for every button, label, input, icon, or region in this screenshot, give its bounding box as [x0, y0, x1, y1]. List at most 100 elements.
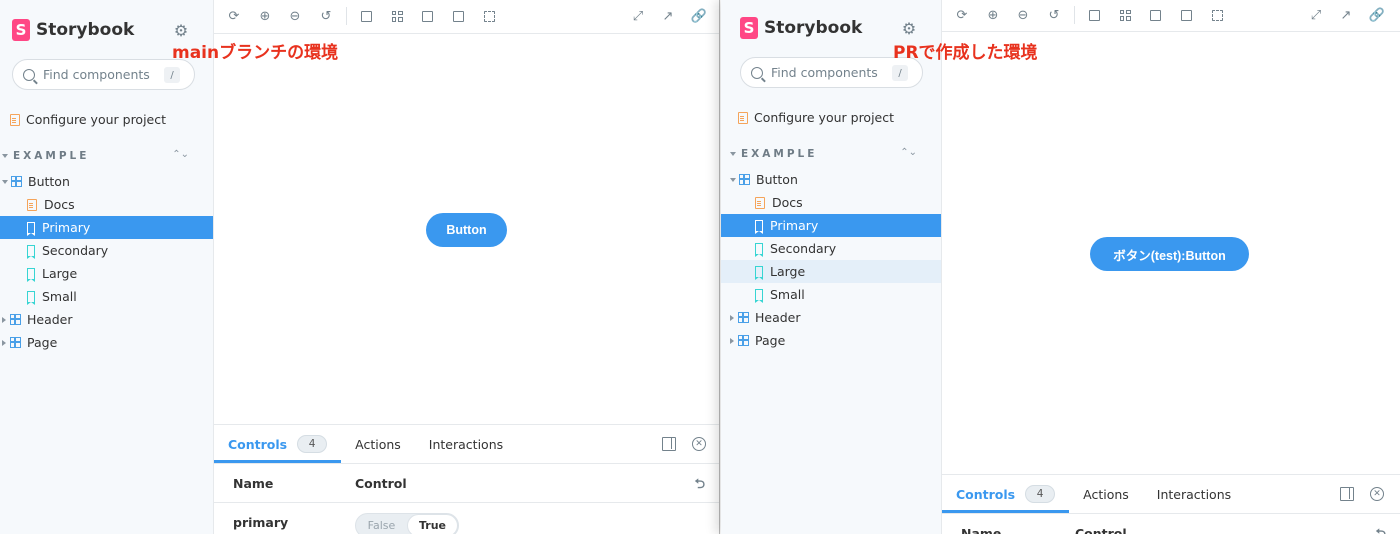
reload-icon[interactable]: ⟳	[227, 9, 241, 24]
measure-icon[interactable]	[1179, 8, 1193, 22]
tab-controls[interactable]: Controls 4	[941, 475, 1070, 513]
column-control: Control	[355, 476, 407, 491]
section-example[interactable]: EXAMPLE ⌃⌄	[0, 149, 200, 162]
measure-icon[interactable]	[451, 9, 465, 23]
tree-item-label: Primary	[42, 220, 91, 235]
controls-table-header: Name Control ⮌	[942, 514, 1400, 534]
tree-item-label: Header	[755, 310, 801, 325]
addons-panel: Controls 4 Actions Interactions ✕ Name C…	[213, 424, 719, 534]
search-input[interactable]: Find components /	[12, 59, 195, 90]
open-new-tab-icon[interactable]: ↗	[661, 9, 675, 24]
tree-item-page[interactable]: Page	[0, 331, 213, 354]
tree-item-secondary[interactable]: Secondary	[0, 239, 213, 262]
reset-icon[interactable]: ⮌	[695, 475, 705, 497]
storybook-brand[interactable]: S Storybook	[12, 19, 134, 41]
tree-item-label: Button	[28, 174, 70, 189]
grid-icon[interactable]	[1118, 8, 1132, 22]
panel-layout-icon[interactable]	[1340, 487, 1354, 501]
copy-link-icon[interactable]: 🔗	[1369, 8, 1385, 23]
outline-icon[interactable]	[482, 9, 496, 23]
tree-item-large[interactable]: Large	[721, 260, 941, 283]
fullscreen-icon[interactable]: ⤢	[1309, 8, 1323, 23]
addons-tabs: Controls 4 Actions Interactions ✕	[941, 475, 1400, 514]
tab-actions[interactable]: Actions	[1083, 475, 1129, 513]
caret-down-icon	[730, 152, 736, 156]
tree-item-primary[interactable]: Primary	[721, 214, 941, 237]
zoom-out-icon[interactable]: ⊖	[288, 9, 302, 24]
component-icon	[738, 312, 749, 323]
annotation-label: PRで作成した環境	[893, 43, 1038, 63]
tree-item-small[interactable]: Small	[721, 283, 941, 306]
column-name: Name	[233, 476, 274, 491]
viewport-icon[interactable]	[420, 9, 434, 23]
addons-panel: Controls 4 Actions Interactions ✕ Name C…	[941, 474, 1400, 534]
expand-collapse-icon[interactable]: ⌃⌄	[172, 149, 189, 160]
toggle-true-option[interactable]: True	[406, 514, 458, 534]
caret-down-icon	[2, 154, 8, 158]
outline-icon[interactable]	[1210, 8, 1224, 22]
storybook-window-pr: S Storybook ⚙ Find components / Configur…	[721, 0, 1400, 534]
tab-interactions[interactable]: Interactions	[429, 425, 503, 463]
tree-item-small[interactable]: Small	[0, 285, 213, 308]
tree-item-page[interactable]: Page	[721, 329, 941, 352]
fullscreen-icon[interactable]: ⤢	[631, 9, 645, 24]
tree-item-button[interactable]: Button	[0, 170, 213, 193]
configure-label: Configure your project	[26, 112, 167, 127]
tab-label: Controls	[956, 486, 1016, 502]
tree-item-primary[interactable]: Primary	[0, 216, 213, 239]
storybook-window-main: S Storybook ⚙ Find components / Configur…	[0, 0, 720, 534]
tree-item-button[interactable]: Button	[721, 168, 941, 191]
tree-item-secondary[interactable]: Secondary	[721, 237, 941, 260]
zoom-in-icon[interactable]: ⊕	[258, 9, 272, 24]
component-tree: Button Docs Primary Secondary Large Smal…	[721, 168, 941, 352]
tree-item-docs[interactable]: Docs	[0, 193, 213, 216]
preview-button[interactable]: ボタン(test):Button	[1090, 237, 1249, 271]
section-label: EXAMPLE	[741, 148, 818, 160]
caret-down-icon	[2, 179, 8, 184]
search-icon	[23, 68, 35, 81]
toolbar-divider	[1074, 6, 1075, 24]
tab-actions[interactable]: Actions	[355, 425, 401, 463]
boolean-toggle[interactable]: False True	[355, 513, 459, 534]
background-icon[interactable]	[359, 9, 373, 23]
zoom-reset-icon[interactable]: ↺	[319, 9, 333, 24]
gear-icon[interactable]: ⚙	[900, 19, 918, 38]
toggle-false-option[interactable]: False	[356, 519, 407, 532]
close-icon[interactable]: ✕	[1370, 487, 1384, 501]
panel-layout-icon[interactable]	[662, 437, 676, 451]
sidebar: S Storybook ⚙ Find components / Configur…	[0, 0, 214, 534]
tab-label: Controls	[228, 436, 288, 452]
tree-item-large[interactable]: Large	[0, 262, 213, 285]
component-icon	[11, 176, 22, 187]
reload-icon[interactable]: ⟳	[955, 8, 969, 23]
tree-item-label: Secondary	[42, 243, 109, 258]
caret-right-icon	[2, 339, 6, 346]
gear-icon[interactable]: ⚙	[172, 21, 190, 40]
tree-item-docs[interactable]: Docs	[721, 191, 941, 214]
tree-item-header[interactable]: Header	[0, 308, 213, 331]
open-new-tab-icon[interactable]: ↗	[1339, 8, 1353, 23]
storybook-brand[interactable]: S Storybook	[740, 17, 862, 39]
tree-item-label: Page	[755, 333, 786, 348]
caret-down-icon	[730, 177, 736, 182]
bookmark-icon	[754, 266, 763, 280]
tab-controls[interactable]: Controls 4	[213, 425, 342, 463]
reset-icon[interactable]: ⮌	[1376, 525, 1386, 534]
tab-label: Actions	[1083, 486, 1129, 502]
viewport-icon[interactable]	[1148, 8, 1162, 22]
expand-collapse-icon[interactable]: ⌃⌄	[900, 147, 917, 158]
tree-item-header[interactable]: Header	[721, 306, 941, 329]
sidebar-item-configure[interactable]: Configure your project	[10, 112, 166, 127]
grid-icon[interactable]	[390, 9, 404, 23]
sidebar-item-configure[interactable]: Configure your project	[738, 110, 894, 125]
close-icon[interactable]: ✕	[692, 437, 706, 451]
document-icon	[10, 113, 20, 126]
tab-interactions[interactable]: Interactions	[1157, 475, 1231, 513]
preview-button[interactable]: Button	[426, 213, 507, 247]
background-icon[interactable]	[1087, 8, 1101, 22]
zoom-out-icon[interactable]: ⊖	[1016, 8, 1030, 23]
zoom-reset-icon[interactable]: ↺	[1047, 8, 1061, 23]
section-example[interactable]: EXAMPLE ⌃⌄	[728, 147, 928, 160]
copy-link-icon[interactable]: 🔗	[691, 9, 707, 24]
zoom-in-icon[interactable]: ⊕	[986, 8, 1000, 23]
